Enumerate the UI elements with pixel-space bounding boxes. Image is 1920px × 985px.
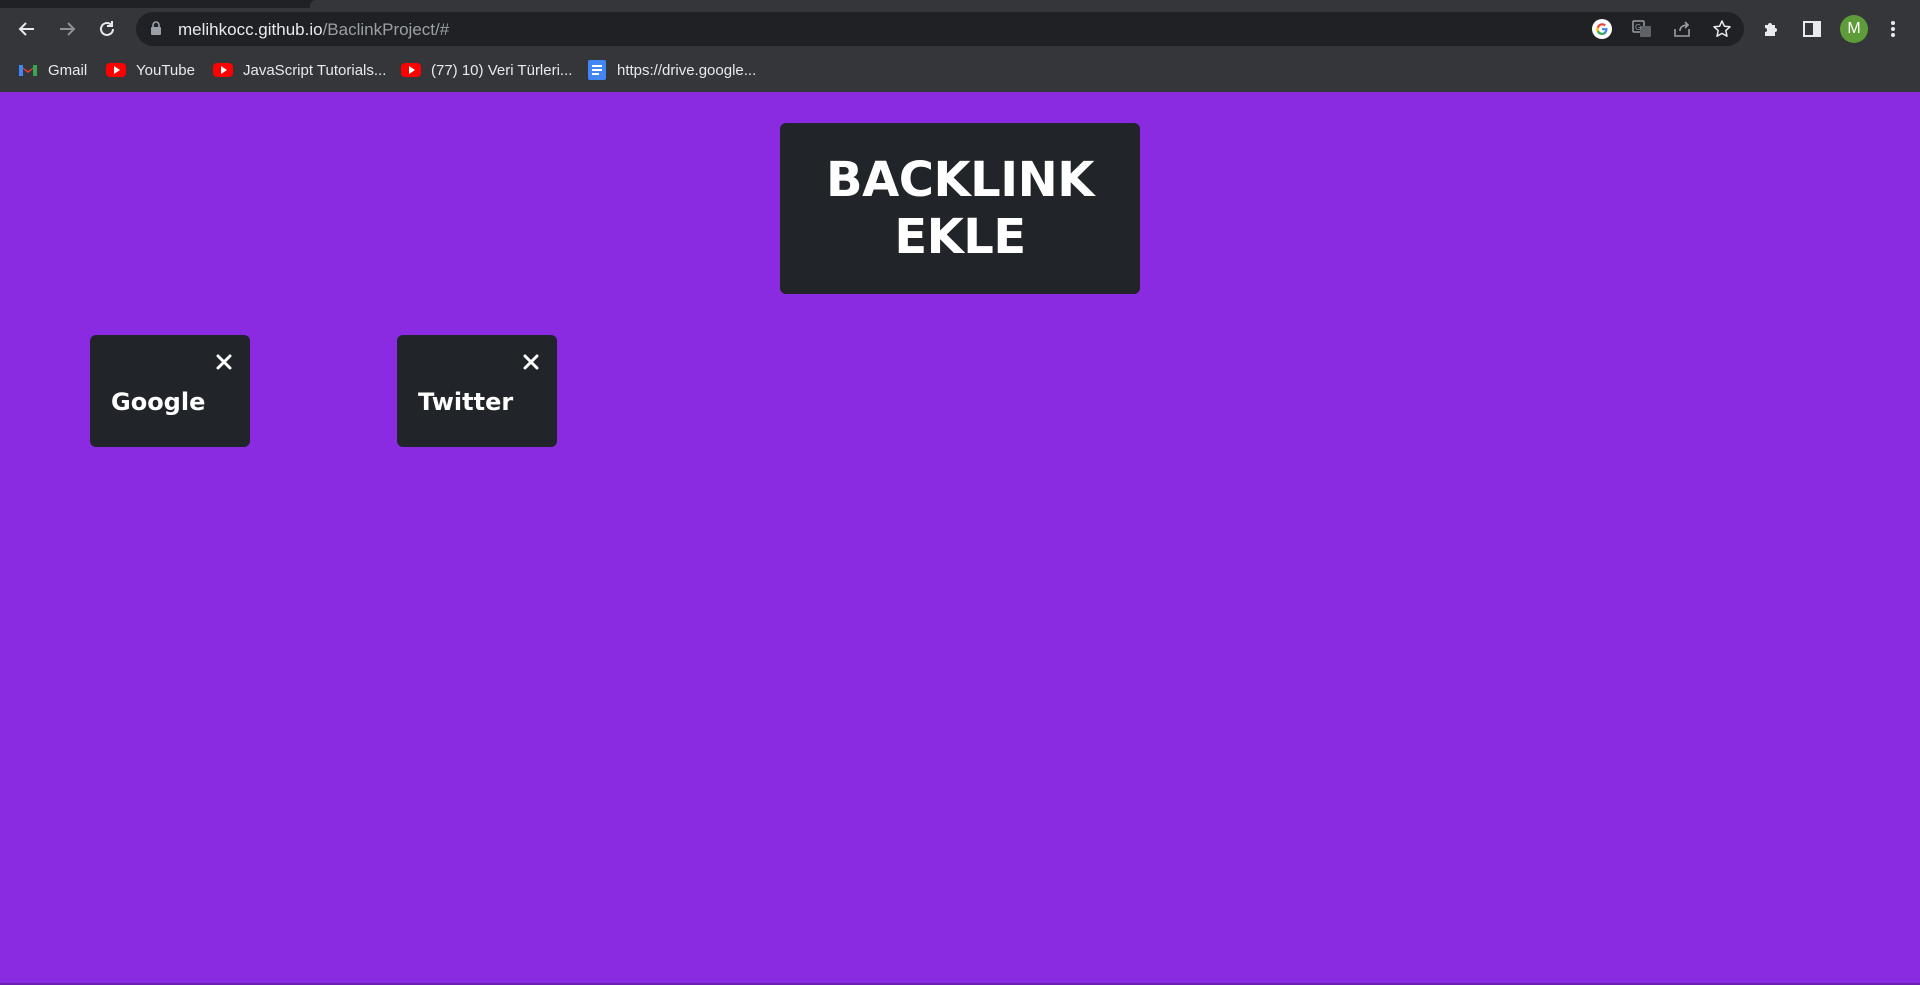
browser-chrome: melihkocc.github.io/BaclinkProject/# G M bbox=[0, 0, 1920, 92]
youtube-icon bbox=[401, 60, 421, 80]
google-lens-button[interactable] bbox=[1590, 17, 1614, 41]
gmail-icon bbox=[18, 60, 38, 80]
backlink-card-google[interactable]: Google bbox=[90, 335, 250, 447]
menu-icon bbox=[1891, 21, 1895, 37]
page-content: BACKLINK EKLE Google Twitter bbox=[0, 92, 1920, 985]
forward-icon bbox=[60, 22, 76, 36]
bookmark-google-drive[interactable]: https://drive.google... bbox=[587, 58, 756, 82]
extensions-button[interactable] bbox=[1754, 12, 1788, 46]
translate-button[interactable]: G bbox=[1630, 17, 1654, 41]
profile-avatar[interactable]: M bbox=[1840, 15, 1868, 43]
bookmark-label: https://drive.google... bbox=[617, 61, 757, 79]
bookmark-label: JavaScript Tutorials... bbox=[243, 61, 387, 79]
browser-menu-button[interactable] bbox=[1876, 12, 1910, 46]
star-icon bbox=[1713, 20, 1731, 37]
back-icon bbox=[18, 22, 34, 36]
youtube-icon bbox=[213, 60, 233, 80]
reload-icon bbox=[100, 21, 114, 36]
svg-text:G: G bbox=[1635, 23, 1641, 32]
bookmark-youtube[interactable]: YouTube bbox=[106, 58, 195, 82]
backlink-name[interactable]: Twitter bbox=[418, 388, 513, 416]
lock-icon[interactable] bbox=[150, 21, 162, 36]
side-panel-button[interactable] bbox=[1795, 12, 1829, 46]
back-button[interactable] bbox=[10, 12, 44, 46]
share-button[interactable] bbox=[1670, 17, 1694, 41]
youtube-icon bbox=[106, 60, 126, 80]
browser-toolbar: melihkocc.github.io/BaclinkProject/# G M bbox=[0, 8, 1920, 50]
active-tab[interactable] bbox=[310, 0, 1920, 8]
translate-icon: G bbox=[1632, 20, 1651, 37]
bookmark-veri-turleri[interactable]: (77) 10) Veri Türleri... bbox=[401, 58, 572, 82]
bookmark-star-button[interactable] bbox=[1710, 17, 1734, 41]
close-icon[interactable] bbox=[216, 354, 232, 370]
tab-strip bbox=[0, 0, 1920, 8]
bookmark-label: (77) 10) Veri Türleri... bbox=[431, 61, 573, 79]
url-text[interactable]: melihkocc.github.io/BaclinkProject/# bbox=[178, 20, 449, 40]
share-icon bbox=[1674, 21, 1690, 37]
bookmark-javascript-tutorials[interactable]: JavaScript Tutorials... bbox=[213, 58, 386, 82]
backlink-name[interactable]: Google bbox=[111, 388, 205, 416]
google-icon bbox=[1592, 19, 1612, 39]
url-path: /BaclinkProject/# bbox=[322, 20, 450, 39]
bookmark-label: YouTube bbox=[136, 61, 195, 79]
backlink-card-twitter[interactable]: Twitter bbox=[397, 335, 557, 447]
extensions-icon bbox=[1765, 23, 1777, 36]
google-docs-icon bbox=[587, 60, 607, 80]
side-panel-icon bbox=[1803, 21, 1821, 37]
add-backlink-button[interactable]: BACKLINK EKLE bbox=[780, 123, 1140, 294]
url-host: melihkocc.github.io bbox=[178, 20, 323, 39]
bookmark-gmail[interactable]: Gmail bbox=[18, 58, 87, 82]
bookmarks-bar: Gmail YouTube JavaScript Tutorials... (7… bbox=[0, 52, 1920, 88]
address-bar[interactable]: melihkocc.github.io/BaclinkProject/# G bbox=[136, 12, 1744, 46]
reload-button[interactable] bbox=[90, 12, 124, 46]
forward-button[interactable] bbox=[50, 12, 84, 46]
close-icon[interactable] bbox=[523, 354, 539, 370]
bookmark-label: Gmail bbox=[48, 61, 88, 79]
